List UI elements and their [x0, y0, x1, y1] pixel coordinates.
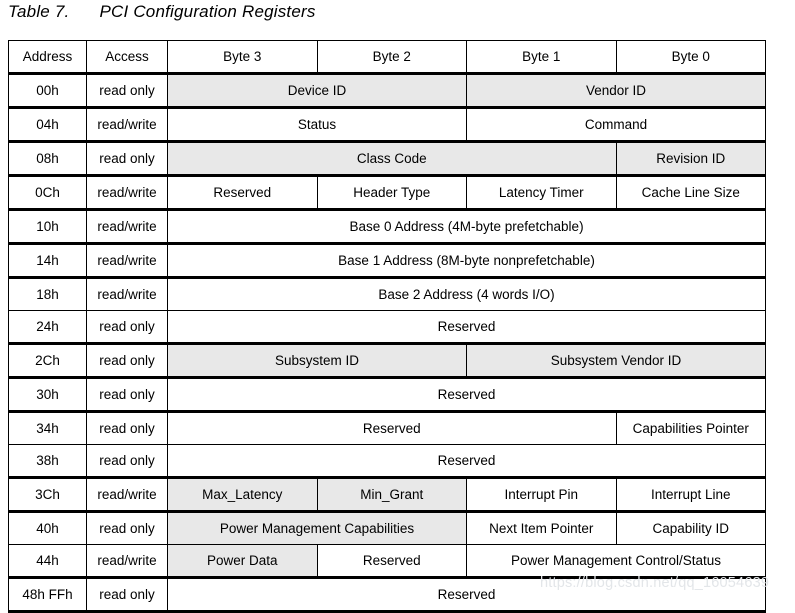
- table-header-row: Address Access Byte 3 Byte 2 Byte 1 Byte…: [8, 40, 766, 74]
- cell-register-field: Reserved: [167, 310, 766, 344]
- cell-address: 24h: [8, 310, 87, 344]
- cell-access: read/write: [86, 175, 168, 210]
- cell-access: read/write: [86, 242, 168, 278]
- cell-register-field: Revision ID: [615, 140, 766, 177]
- cell-access: read only: [86, 342, 168, 379]
- cell-address: 44h: [8, 544, 87, 579]
- table-row: 0Ch read/write Reserved Header Type Latency …: [8, 175, 766, 210]
- cell-register-field: Header Type: [316, 175, 467, 210]
- table-row: 14h read/write Base 1 Address (8M-byte non…: [8, 242, 766, 278]
- cell-register-field: Interrupt Pin: [466, 476, 617, 512]
- table-row: 24h read only Reserved: [8, 310, 766, 344]
- table-row: 18h read/write Base 2 Address (4 words I/O…: [8, 276, 766, 311]
- cell-register-field: Subsystem Vendor ID: [466, 342, 766, 379]
- cell-address: 18h: [8, 276, 87, 311]
- column-header-byte-2: Byte 2: [316, 40, 467, 74]
- cell-access: read only: [86, 510, 168, 545]
- cell-register-field: Reserved: [316, 544, 467, 579]
- table-caption-label: Table 7.: [8, 2, 70, 21]
- table-row: 08h read only Class Code Revision ID: [8, 140, 766, 177]
- cell-access: read only: [86, 410, 168, 445]
- cell-register-field: Base 2 Address (4 words I/O): [167, 276, 766, 311]
- cell-access: read only: [86, 72, 168, 109]
- cell-access: read only: [86, 576, 168, 613]
- cell-register-field: Command: [466, 107, 766, 142]
- cell-register-field: Max_Latency: [167, 476, 318, 512]
- cell-access: read/write: [86, 276, 168, 311]
- cell-access: read/write: [86, 544, 168, 579]
- cell-access: read/write: [86, 107, 168, 142]
- cell-address: 38h: [8, 444, 87, 478]
- cell-register-field: Interrupt Line: [615, 476, 766, 512]
- cell-address: 40h: [8, 510, 87, 545]
- cell-address: 34h: [8, 410, 87, 445]
- cell-access: read/write: [86, 476, 168, 512]
- cell-register-field: Capabilities Pointer: [615, 410, 766, 445]
- table-row: 04h read/write Status Command: [8, 107, 766, 142]
- cell-address: 3Ch: [8, 476, 87, 512]
- table-row: 2Ch read only Subsystem ID Subsystem Vendor…: [8, 342, 766, 379]
- table-row: 30h read only Reserved: [8, 377, 766, 412]
- cell-register-field: Reserved: [167, 576, 766, 613]
- cell-register-field: Power Management Capabilities: [167, 510, 467, 545]
- cell-register-field: Reserved: [167, 377, 766, 412]
- table-caption: Table 7. PCI Configuration Registers: [8, 2, 316, 22]
- cell-address: 0Ch: [8, 175, 87, 210]
- cell-address: 00h: [8, 72, 87, 109]
- cell-register-field: Power Management Control/Status: [466, 544, 766, 579]
- cell-address: 04h: [8, 107, 87, 142]
- cell-access: read only: [86, 140, 168, 177]
- cell-access: read only: [86, 310, 168, 344]
- cell-address: 2Ch: [8, 342, 87, 379]
- cell-register-field: Vendor ID: [466, 72, 766, 109]
- cell-register-field: Min_Grant: [316, 476, 467, 512]
- cell-register-field: Capability ID: [615, 510, 766, 545]
- pci-configuration-registers-table: Address Access Byte 3 Byte 2 Byte 1 Byte…: [8, 40, 766, 613]
- table-row: 10h read/write Base 0 Address (4M-byte pre…: [8, 208, 766, 244]
- table-header: Address Access Byte 3 Byte 2 Byte 1 Byte…: [8, 40, 766, 74]
- cell-register-field: Status: [167, 107, 467, 142]
- cell-access: read only: [86, 377, 168, 412]
- table-row: 34h read only Reserved Capabilities Pointer: [8, 410, 766, 445]
- cell-access: read only: [86, 444, 168, 478]
- table-row: 3Ch read/write Max_Latency Min_Grant Interru…: [8, 476, 766, 512]
- cell-register-field: Power Data: [167, 544, 318, 579]
- cell-address: 30h: [8, 377, 87, 412]
- table-row: 44h read/write Power Data Reserved Power Man…: [8, 544, 766, 579]
- column-header-byte-1: Byte 1: [466, 40, 617, 74]
- cell-register-field: Latency Timer: [466, 175, 617, 210]
- cell-address: 48h FFh: [8, 576, 87, 613]
- cell-register-field: Reserved: [167, 444, 766, 478]
- column-header-byte-3: Byte 3: [167, 40, 318, 74]
- column-header-address: Address: [8, 40, 87, 74]
- table-body: 00h read only Device ID Vendor ID 04h read/wr…: [8, 72, 766, 613]
- cell-register-field: Next Item Pointer: [466, 510, 617, 545]
- cell-address: 14h: [8, 242, 87, 278]
- cell-register-field: Device ID: [167, 72, 467, 109]
- table-caption-title: PCI Configuration Registers: [99, 2, 316, 21]
- cell-register-field: Base 1 Address (8M-byte nonprefetchable): [167, 242, 766, 278]
- cell-register-field: Reserved: [167, 410, 617, 445]
- column-header-byte-0: Byte 0: [615, 40, 766, 74]
- table-row: 40h read only Power Management Capabilitie…: [8, 510, 766, 545]
- column-header-access: Access: [86, 40, 168, 74]
- cell-register-field: Class Code: [167, 140, 617, 177]
- cell-address: 10h: [8, 208, 87, 244]
- cell-register-field: Reserved: [167, 175, 318, 210]
- cell-address: 08h: [8, 140, 87, 177]
- table-row: 38h read only Reserved: [8, 444, 766, 478]
- table-row: 48h FFh read only Reserved: [8, 576, 766, 613]
- cell-register-field: Base 0 Address (4M-byte prefetchable): [167, 208, 766, 244]
- cell-register-field: Subsystem ID: [167, 342, 467, 379]
- cell-register-field: Cache Line Size: [615, 175, 766, 210]
- table-row: 00h read only Device ID Vendor ID: [8, 72, 766, 109]
- pci-configuration-registers-table-wrapper: Address Access Byte 3 Byte 2 Byte 1 Byte…: [8, 40, 766, 613]
- document-page: Table 7. PCI Configuration Registers Addr…: [0, 0, 795, 613]
- cell-access: read/write: [86, 208, 168, 244]
